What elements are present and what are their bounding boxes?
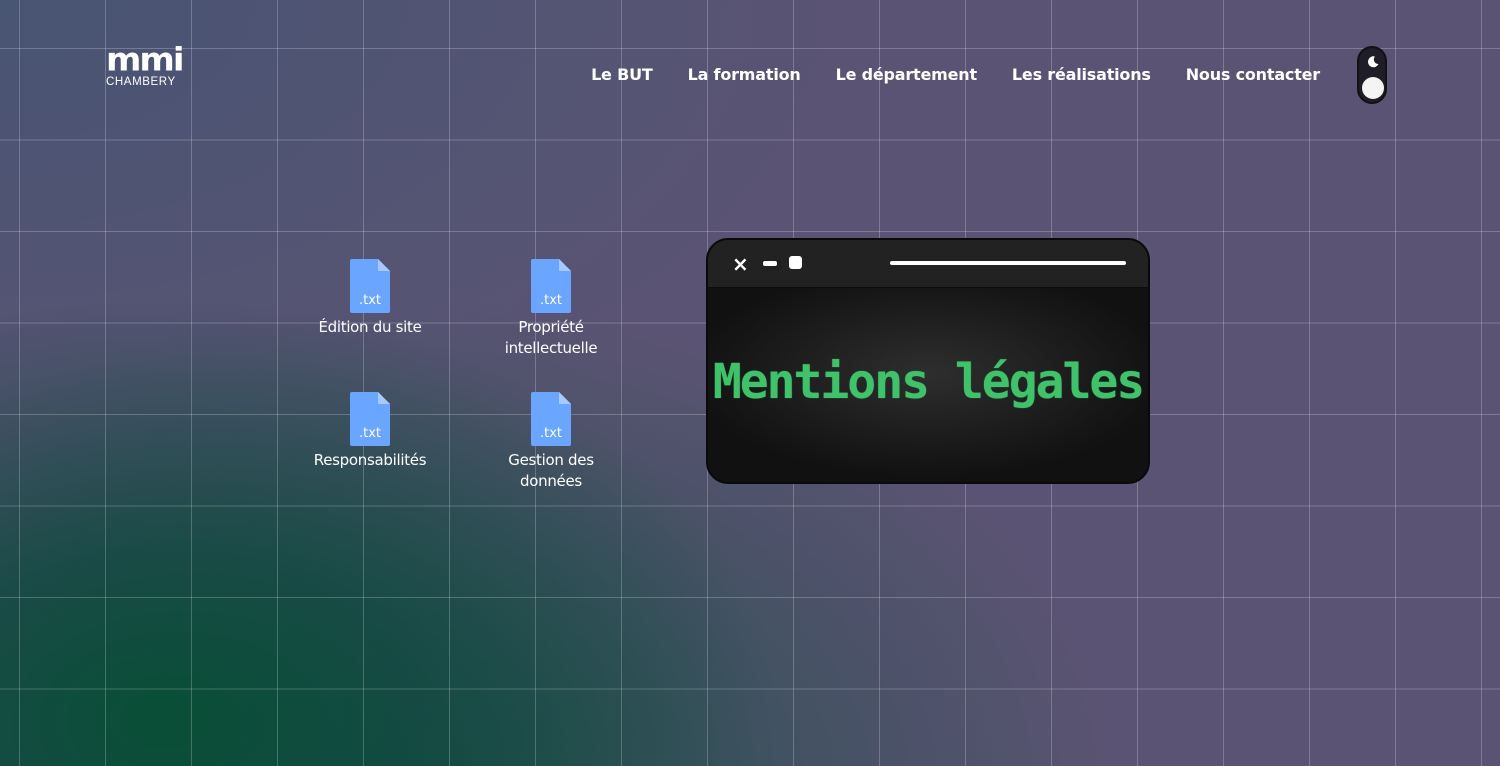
svg-text:.txt: .txt <box>540 293 562 308</box>
main-nav: Le BUT La formation Le département Les r… <box>591 64 1320 86</box>
file-edition-du-site[interactable]: .txt Édition du site <box>295 259 445 338</box>
nav-item-nous-contacter[interactable]: Nous contacter <box>1186 64 1320 86</box>
terminal-titlebar: × <box>708 240 1148 288</box>
toggle-knob <box>1362 77 1384 99</box>
svg-text:.txt: .txt <box>540 426 562 441</box>
site-logo[interactable]: mmi CHAMBERY <box>106 44 188 92</box>
file-propriete-intellectuelle[interactable]: .txt Propriété intellectuelle <box>476 259 626 359</box>
titlebar-line <box>890 261 1126 265</box>
nav-item-le-departement[interactable]: Le département <box>836 64 978 86</box>
file-label: Édition du site <box>318 318 422 336</box>
svg-text:.txt: .txt <box>359 293 381 308</box>
file-label: Propriété intellectuelle <box>504 318 598 357</box>
minimize-icon[interactable] <box>763 261 777 266</box>
page-title: Mentions légales <box>712 354 1145 410</box>
svg-text:.txt: .txt <box>359 426 381 441</box>
moon-icon <box>1366 55 1380 69</box>
theme-toggle[interactable] <box>1357 46 1387 104</box>
txt-file-icon: .txt <box>350 392 390 446</box>
terminal-window: × Mentions légales <box>706 238 1150 484</box>
maximize-icon[interactable] <box>789 256 802 269</box>
file-gestion-des-donnees[interactable]: .txt Gestion des données <box>476 392 626 492</box>
file-label: Gestion des données <box>508 451 594 490</box>
nav-item-la-formation[interactable]: La formation <box>688 64 801 86</box>
txt-file-icon: .txt <box>531 259 571 313</box>
txt-file-icon: .txt <box>350 259 390 313</box>
file-responsabilites[interactable]: .txt Responsabilités <box>295 392 445 471</box>
nav-item-les-realisations[interactable]: Les réalisations <box>1012 64 1151 86</box>
file-label: Responsabilités <box>313 451 427 469</box>
close-icon[interactable]: × <box>732 252 749 276</box>
nav-item-le-but[interactable]: Le BUT <box>591 64 653 86</box>
logo-mark: mmi <box>106 41 185 79</box>
txt-file-icon: .txt <box>531 392 571 446</box>
